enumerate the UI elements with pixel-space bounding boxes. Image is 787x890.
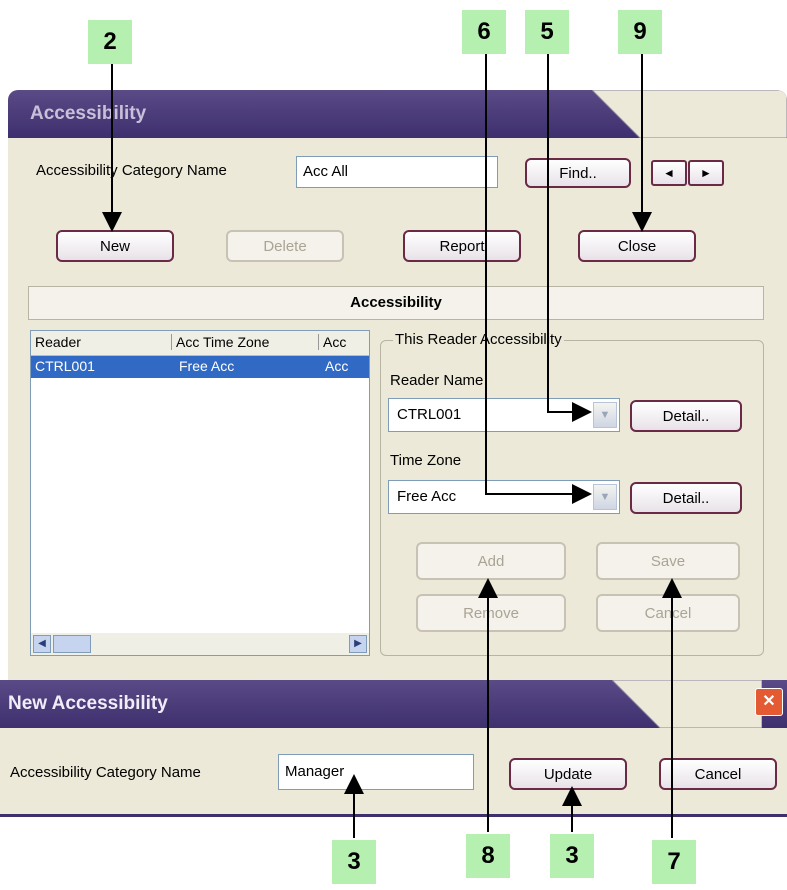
new-label: New bbox=[99, 237, 130, 255]
time-zone-detail-button[interactable]: Detail.. bbox=[630, 482, 742, 514]
callout-7: 7 bbox=[652, 840, 696, 884]
callout-5: 5 bbox=[525, 10, 569, 54]
row-cell-acc: Acc bbox=[325, 358, 349, 374]
reader-name-combo[interactable]: CTRL001 ▼ bbox=[388, 398, 620, 432]
next-record-button[interactable]: ► bbox=[688, 160, 724, 186]
update-label: Update bbox=[543, 765, 593, 783]
column-header-acc[interactable]: Acc bbox=[323, 334, 346, 350]
scroll-right-icon[interactable]: ▶ bbox=[349, 635, 367, 653]
reader-name-label: Reader Name bbox=[390, 372, 484, 389]
close-label: Close bbox=[617, 237, 657, 255]
accessibility-window: Accessibility Accessibility Category Nam… bbox=[8, 90, 787, 682]
reader-detail-button[interactable]: Detail.. bbox=[630, 400, 742, 432]
save-button[interactable]: Save bbox=[596, 542, 740, 580]
time-zone-value: Free Acc bbox=[397, 488, 457, 505]
callout-9: 9 bbox=[618, 10, 662, 54]
reader-name-value: CTRL001 bbox=[397, 406, 462, 423]
reader-list[interactable]: Reader Acc Time Zone Acc CTRL001 Free Ac… bbox=[30, 330, 370, 656]
delete-label: Delete bbox=[263, 237, 307, 255]
scroll-thumb[interactable] bbox=[53, 635, 91, 653]
callout-2: 2 bbox=[88, 20, 132, 64]
callout-3-left: 3 bbox=[332, 840, 376, 884]
window-title: Accessibility bbox=[30, 103, 147, 124]
list-header: Reader Acc Time Zone Acc bbox=[31, 331, 369, 356]
group-title: This Reader Accessibility bbox=[393, 331, 564, 348]
callout-3-right: 3 bbox=[550, 834, 594, 878]
prev-record-button[interactable]: ◄ bbox=[651, 160, 687, 186]
close-button[interactable]: Close bbox=[578, 230, 696, 262]
new-category-name-label: Accessibility Category Name bbox=[10, 764, 201, 781]
save-label: Save bbox=[650, 552, 686, 570]
category-name-label: Accessibility Category Name bbox=[36, 162, 227, 179]
find-button[interactable]: Find.. bbox=[525, 158, 631, 188]
callout-8: 8 bbox=[466, 834, 510, 878]
add-button[interactable]: Add bbox=[416, 542, 566, 580]
section-header: Accessibility bbox=[28, 286, 764, 320]
update-button[interactable]: Update bbox=[509, 758, 627, 790]
category-name-field[interactable]: Acc All bbox=[296, 156, 498, 188]
column-header-reader[interactable]: Reader bbox=[35, 334, 172, 350]
cancel-list-button[interactable]: Cancel bbox=[596, 594, 740, 632]
new-accessibility-dialog: New Accessibility ✕ Accessibility Catego… bbox=[0, 680, 787, 817]
row-cell-time-zone: Free Acc bbox=[179, 358, 235, 374]
callout-6: 6 bbox=[462, 10, 506, 54]
chevron-down-icon[interactable]: ▼ bbox=[593, 484, 617, 510]
table-row[interactable]: CTRL001 Free Acc Acc bbox=[31, 356, 369, 378]
chevron-down-icon[interactable]: ▼ bbox=[593, 402, 617, 428]
new-button[interactable]: New bbox=[56, 230, 174, 262]
close-icon[interactable]: ✕ bbox=[755, 688, 783, 716]
column-header-time-zone[interactable]: Acc Time Zone bbox=[176, 334, 319, 350]
row-cell-reader: CTRL001 bbox=[35, 358, 95, 374]
horizontal-scrollbar[interactable]: ◀ ▶ bbox=[31, 633, 369, 655]
add-label: Add bbox=[477, 552, 505, 570]
time-zone-combo[interactable]: Free Acc ▼ bbox=[388, 480, 620, 514]
remove-button[interactable]: Remove bbox=[416, 594, 566, 632]
dialog-titlebar-tab bbox=[612, 680, 762, 728]
accessibility-titlebar: Accessibility bbox=[8, 90, 787, 138]
dialog-titlebar: New Accessibility ✕ bbox=[0, 680, 787, 728]
time-zone-label: Time Zone bbox=[390, 452, 462, 469]
new-category-name-field[interactable]: Manager bbox=[278, 754, 474, 790]
titlebar-tab bbox=[592, 90, 787, 138]
remove-label: Remove bbox=[463, 604, 519, 622]
report-label: Report bbox=[439, 237, 485, 255]
cancel-list-label: Cancel bbox=[644, 604, 692, 622]
scroll-left-icon[interactable]: ◀ bbox=[33, 635, 51, 653]
report-button[interactable]: Report bbox=[403, 230, 521, 262]
dialog-cancel-label: Cancel bbox=[694, 765, 742, 783]
dialog-title: New Accessibility bbox=[8, 693, 168, 714]
delete-button[interactable]: Delete bbox=[226, 230, 344, 262]
dialog-cancel-button[interactable]: Cancel bbox=[659, 758, 777, 790]
